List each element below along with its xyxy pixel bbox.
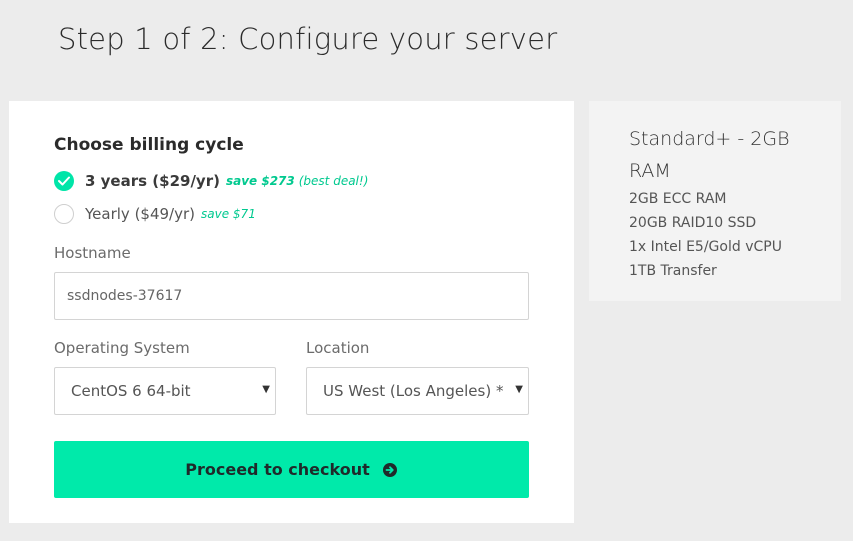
plan-specs-list: 2GB ECC RAM 20GB RAID10 SSD 1x Intel E5/… <box>629 187 782 283</box>
spec-item: 20GB RAID10 SSD <box>629 215 757 231</box>
location-select-value: US West (Los Angeles) * <box>323 382 504 400</box>
proceed-to-checkout-button[interactable]: Proceed to checkout <box>54 441 529 498</box>
arrow-circle-right-icon <box>382 462 398 478</box>
billing-option-3-years[interactable]: 3 years ($29/yr) save $273 (best deal!) <box>54 171 368 191</box>
billing-option-label: Yearly ($49/yr) <box>85 205 196 223</box>
page-title: Step 1 of 2: Configure your server <box>58 22 558 56</box>
spec-item: 1x Intel E5/Gold vCPU <box>629 239 782 255</box>
plan-name: Standard+ - 2GB RAM <box>629 128 790 182</box>
dropdown-caret-icon: ▼ <box>262 384 270 395</box>
config-card: Choose billing cycle 3 years ($29/yr) sa… <box>9 101 574 523</box>
dropdown-caret-icon: ▼ <box>515 384 523 395</box>
best-deal-note: (best deal!) <box>298 174 369 188</box>
savings-text: save $71 <box>201 207 256 221</box>
savings-text: save $273 <box>225 174 295 188</box>
plan-summary-card: Standard+ - 2GB RAM 2GB ECC RAM 20GB RAI… <box>589 101 841 301</box>
billing-option-label: 3 years ($29/yr) <box>85 172 220 190</box>
billing-cycle-heading: Choose billing cycle <box>54 135 244 155</box>
checkout-button-label: Proceed to checkout <box>185 460 370 479</box>
os-select-value: CentOS 6 64-bit <box>71 382 191 400</box>
radio-unchecked-icon[interactable] <box>54 204 74 224</box>
billing-option-yearly[interactable]: Yearly ($49/yr) save $71 <box>54 204 256 224</box>
hostname-input[interactable] <box>54 272 529 320</box>
os-label: Operating System <box>54 339 190 357</box>
os-select[interactable]: CentOS 6 64-bit ▼ <box>54 367 276 415</box>
hostname-label: Hostname <box>54 244 131 262</box>
radio-checked-icon[interactable] <box>54 171 74 191</box>
spec-item: 2GB ECC RAM <box>629 191 727 207</box>
location-label: Location <box>306 339 370 357</box>
location-select[interactable]: US West (Los Angeles) * ▼ <box>306 367 529 415</box>
spec-item: 1TB Transfer <box>629 263 717 279</box>
